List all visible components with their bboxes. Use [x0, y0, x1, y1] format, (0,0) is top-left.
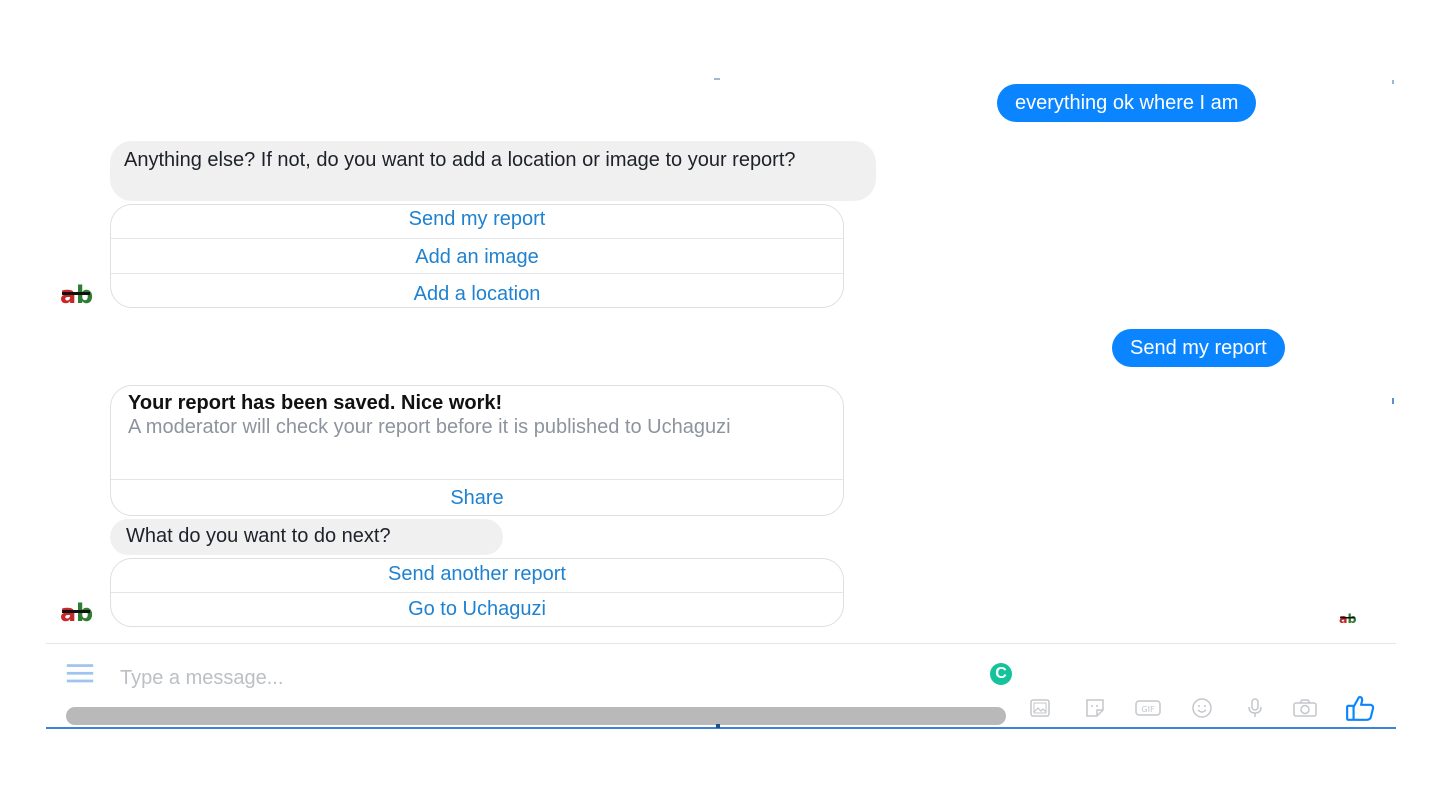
composer-divider: [46, 643, 1396, 644]
add-image-button[interactable]: Add an image: [111, 239, 843, 273]
microphone-icon[interactable]: [1243, 696, 1267, 720]
quick-replies-1: Send my report Add an image Add a locati…: [110, 204, 844, 308]
bot-avatar: a b: [60, 599, 93, 625]
bottom-mark: [716, 724, 720, 728]
scroll-mark: [1392, 398, 1394, 404]
bottom-border: [46, 727, 1396, 729]
add-location-button[interactable]: Add a location: [111, 274, 843, 307]
send-my-report-button[interactable]: Send my report: [111, 205, 843, 238]
card-subtitle: A moderator will check your report befor…: [128, 416, 731, 438]
horizontal-scrollbar[interactable]: [66, 707, 1006, 725]
seen-indicator-avatar: a b: [1339, 611, 1357, 625]
bot-avatar: a b: [60, 281, 93, 307]
grammarly-icon[interactable]: C: [990, 663, 1012, 685]
message-input[interactable]: [118, 663, 942, 693]
menu-icon[interactable]: [66, 662, 94, 684]
sticker-icon[interactable]: [1083, 696, 1107, 720]
incoming-message: What do you want to do next?: [110, 519, 503, 555]
quick-replies-2: Send another report Go to Uchaguzi: [110, 558, 844, 627]
share-button[interactable]: Share: [111, 480, 843, 515]
outgoing-message: everything ok where I am: [997, 84, 1257, 122]
scroll-mark: [1392, 80, 1394, 84]
go-to-uchaguzi-button[interactable]: Go to Uchaguzi: [111, 593, 843, 626]
incoming-message-text: What do you want to do next?: [126, 525, 391, 547]
outgoing-message: Send my report: [1112, 329, 1285, 367]
incoming-message-text: Anything else? If not, do you want to ad…: [124, 149, 796, 171]
svg-text:GIF: GIF: [1141, 705, 1155, 714]
thumbs-up-icon[interactable]: [1345, 694, 1375, 722]
emoji-icon[interactable]: [1190, 696, 1214, 720]
incoming-message: Anything else? If not, do you want to ad…: [110, 141, 876, 201]
top-divider-mark: [714, 78, 720, 80]
gif-icon[interactable]: GIF: [1134, 696, 1162, 720]
card-title: Your report has been saved. Nice work!: [128, 392, 503, 414]
camera-icon[interactable]: [1291, 696, 1319, 720]
send-another-report-button[interactable]: Send another report: [111, 559, 843, 592]
image-icon[interactable]: [1028, 696, 1052, 720]
report-saved-card: Your report has been saved. Nice work! A…: [110, 385, 844, 516]
